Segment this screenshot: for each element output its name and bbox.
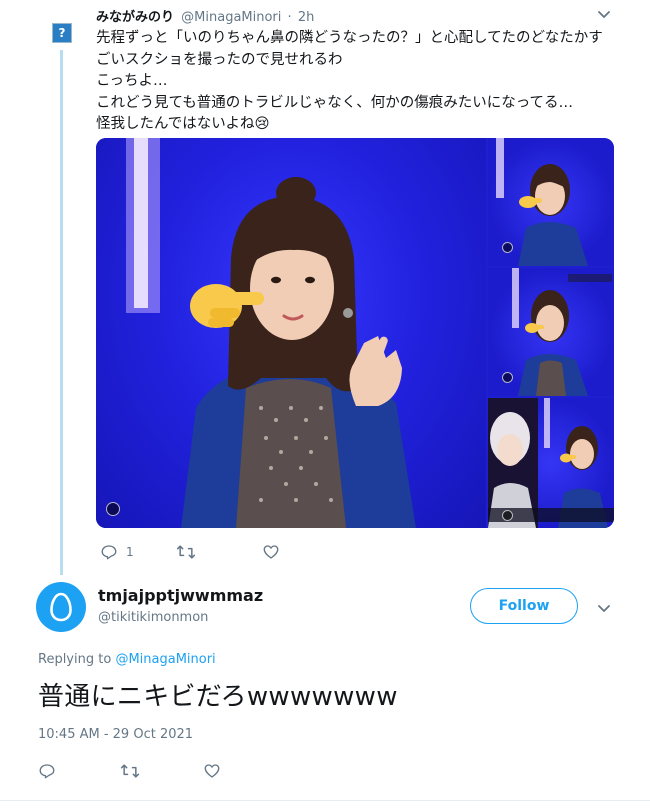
author-name[interactable]: tmjajpptjwwmmaz <box>98 586 263 605</box>
thumb-3-scene <box>488 398 614 528</box>
media-image-thumb-3[interactable] <box>488 398 614 528</box>
media-image-main[interactable] <box>96 138 486 528</box>
like-action[interactable] <box>262 543 280 561</box>
reply-icon <box>101 545 117 560</box>
reply-action[interactable]: 1 <box>100 543 134 561</box>
avatar[interactable] <box>36 582 86 632</box>
tweet-text-line: これどう見ても普通のトラビルじゃなく、何かの傷痕みたいになってる… <box>96 94 574 111</box>
media-image-thumb-1[interactable] <box>488 138 614 266</box>
reply-count: 1 <box>126 545 134 559</box>
tweet-text-line: 先程ずっと「いのりちゃん鼻の隣どうなったの？」と心配してたのどなたかす <box>96 30 603 46</box>
reply-tweet-text: 普通にニキビだろwwwwwww <box>38 682 398 712</box>
divider <box>0 800 650 801</box>
author-name[interactable]: みながみのり <box>96 10 174 25</box>
reply-tweet-header: tmjajpptjwwmmaz @tikitikimonmon Follow <box>36 582 616 638</box>
reply-action[interactable] <box>38 762 56 780</box>
tweet-actions <box>38 760 221 782</box>
reply-icon <box>39 764 55 779</box>
stage-scene <box>126 138 416 528</box>
tweet-text-line: ごいスクショを撮ったので見せれるわ <box>96 51 343 68</box>
tweet-text: 先程ずっと「いのりちゃん鼻の隣どうなったの？」と心配してたのどなたかす ごいスク… <box>96 28 636 136</box>
tweet-media-grid[interactable] <box>96 138 614 528</box>
retweet-action[interactable] <box>176 543 196 561</box>
retweet-action[interactable] <box>120 762 140 780</box>
smile-icon <box>502 242 513 253</box>
avatar-placeholder: ? <box>58 26 66 40</box>
media-image-thumb-2[interactable] <box>488 268 614 396</box>
separator-dot: · <box>287 10 292 25</box>
tweet-actions: 1 <box>100 540 280 564</box>
thread-connector-line <box>60 50 63 575</box>
retweet-icon <box>120 764 140 778</box>
smile-icon <box>106 502 120 516</box>
author-handle[interactable]: @tikitikimonmon <box>98 610 208 625</box>
egg-avatar-icon <box>50 592 72 622</box>
tweet-timestamp[interactable]: 10:45 AM - 29 Oct 2021 <box>38 727 193 742</box>
tweet-header: みながみのり @MinagaMinori · 2h <box>96 6 314 25</box>
smile-icon <box>502 510 513 521</box>
like-icon <box>204 764 220 778</box>
pointing-hand-icon <box>190 284 264 328</box>
replying-to-label: Replying to <box>38 652 112 667</box>
chevron-down-icon[interactable] <box>596 600 612 616</box>
retweet-icon <box>176 545 195 559</box>
chevron-down-icon[interactable] <box>596 6 612 22</box>
author-handle[interactable]: @MinagaMinori <box>181 10 281 25</box>
avatar[interactable]: ? <box>52 23 72 43</box>
smile-icon <box>502 372 513 383</box>
like-icon <box>263 545 279 559</box>
tweet-text-line: 怪我したんではないよね😢 <box>96 116 270 132</box>
like-action[interactable] <box>203 762 221 780</box>
tweet-time[interactable]: 2h <box>298 10 315 25</box>
follow-button[interactable]: Follow <box>470 588 578 624</box>
tweet-text-line: こっちよ… <box>96 73 168 89</box>
replying-to-mention[interactable]: @MinagaMinori <box>115 652 215 667</box>
replying-to: Replying to @MinagaMinori <box>38 652 216 667</box>
